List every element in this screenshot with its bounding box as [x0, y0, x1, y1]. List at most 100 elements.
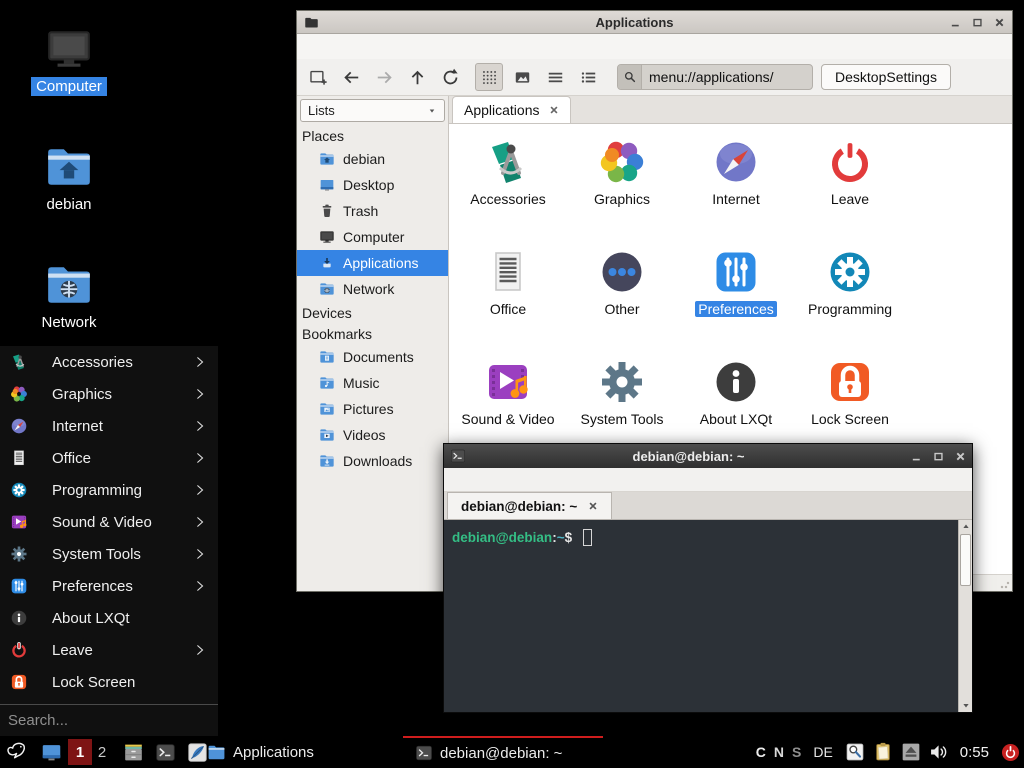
sidebar-row[interactable]: Devices [297, 302, 448, 323]
menu-item[interactable]: Graphics [0, 378, 218, 410]
location-bar[interactable]: menu://applications/ [617, 64, 813, 90]
desktop-icon[interactable]: debian [8, 140, 130, 252]
terminal-screen[interactable]: debian@debian : ~ $ [444, 520, 972, 712]
thumbnail-view-button[interactable] [508, 63, 536, 91]
menu-item[interactable]: Programming [0, 474, 218, 506]
up-button[interactable] [403, 63, 431, 91]
sidebar-row[interactable]: Bookmarks [297, 323, 448, 344]
menubar-item[interactable] [530, 478, 550, 482]
menubar-item[interactable] [303, 45, 321, 49]
location-text: menu://applications/ [642, 69, 774, 85]
leave-power-button[interactable] [1000, 742, 1021, 763]
app-category-item[interactable]: Leave [793, 138, 907, 248]
menubar-item[interactable] [339, 45, 357, 49]
compact-view-button[interactable] [541, 63, 569, 91]
volume-icon[interactable] [929, 742, 949, 762]
close-button[interactable] [955, 451, 966, 462]
scroll-up-icon[interactable] [959, 520, 972, 533]
menubar-item[interactable] [470, 478, 490, 482]
workspace-1-button[interactable]: 1 [68, 739, 92, 765]
close-button[interactable] [994, 17, 1005, 28]
workspace-2-button[interactable]: 2 [92, 739, 112, 765]
show-desktop-icon[interactable] [41, 742, 62, 763]
menu-item[interactable]: Accessories [0, 346, 218, 378]
menu-search-input[interactable]: Search... [0, 704, 218, 736]
sidebar-row[interactable]: Trash [297, 198, 448, 224]
menubar-item[interactable] [411, 45, 429, 49]
back-button[interactable] [337, 63, 365, 91]
app-category-item[interactable]: Accessories [451, 138, 565, 248]
minimize-button[interactable] [911, 451, 922, 462]
resize-grip[interactable] [1000, 579, 1010, 589]
forward-button[interactable] [370, 63, 398, 91]
sidebar-row[interactable]: Videos [297, 422, 448, 448]
sidebar-row[interactable]: Documents [297, 344, 448, 370]
app-category-icon [598, 248, 646, 296]
menu-item-icon [10, 385, 28, 403]
sidebar-row[interactable]: debian [297, 146, 448, 172]
sidebar-row[interactable]: Network [297, 276, 448, 302]
sidebar-row[interactable]: Places [297, 125, 448, 146]
prompt-symbol: $ [565, 530, 576, 545]
featherpad-launcher-icon[interactable] [187, 742, 208, 763]
app-category-item[interactable]: Office [451, 248, 565, 358]
terminal-launcher-icon[interactable] [155, 742, 176, 763]
menubar-item[interactable] [375, 45, 393, 49]
menubar-item[interactable] [450, 478, 470, 482]
menu-item[interactable]: Leave [0, 634, 218, 666]
menu-item[interactable]: Lock Screen [0, 666, 218, 698]
clock[interactable]: 0:55 [960, 744, 989, 761]
tab-close-icon[interactable] [549, 105, 559, 115]
app-category-item[interactable]: Programming [793, 248, 907, 358]
keyboard-layout-indicator[interactable]: DE [813, 744, 832, 760]
menu-item[interactable]: Internet [0, 410, 218, 442]
app-category-item[interactable]: Other [565, 248, 679, 358]
menu-item-icon [10, 417, 28, 435]
maximize-button[interactable] [972, 17, 983, 28]
app-category-item[interactable]: Preferences [679, 248, 793, 358]
sidebar-row[interactable]: Music [297, 370, 448, 396]
maximize-button[interactable] [933, 451, 944, 462]
lxqt-menu-button[interactable] [6, 741, 29, 764]
menubar-item[interactable] [490, 478, 510, 482]
sidebar-row[interactable]: Applications [297, 250, 448, 276]
desktop-settings-button[interactable]: DesktopSettings [821, 64, 951, 90]
tab-close-icon[interactable] [588, 501, 598, 511]
terminal-titlebar[interactable]: debian@debian: ~ [444, 444, 972, 468]
terminal-tab[interactable]: debian@debian: ~ [447, 492, 612, 519]
file-manager-launcher-icon[interactable] [123, 742, 144, 763]
menu-item[interactable]: Office [0, 442, 218, 474]
menu-item[interactable]: System Tools [0, 538, 218, 570]
scroll-down-icon[interactable] [959, 699, 972, 712]
menu-item[interactable]: Sound & Video [0, 506, 218, 538]
menu-item[interactable]: Preferences [0, 570, 218, 602]
clipboard-tray-icon[interactable] [873, 742, 893, 762]
reload-button[interactable] [436, 63, 464, 91]
terminal-scrollbar[interactable] [958, 520, 972, 712]
minimize-button[interactable] [950, 17, 961, 28]
desktop-icon[interactable]: Computer [8, 22, 130, 134]
screenshot-tray-icon[interactable] [845, 742, 865, 762]
menu-item-icon [10, 481, 28, 499]
removable-media-icon[interactable] [901, 742, 921, 762]
icon-view-button[interactable] [475, 63, 503, 91]
sidebar-row[interactable]: Pictures [297, 396, 448, 422]
app-category-item[interactable]: Graphics [565, 138, 679, 248]
file-manager-titlebar[interactable]: Applications [297, 11, 1012, 34]
menubar-item[interactable] [510, 478, 530, 482]
sidebar-row[interactable]: Downloads [297, 448, 448, 474]
menubar-item[interactable] [357, 45, 375, 49]
menubar-item[interactable] [321, 45, 339, 49]
tab-applications[interactable]: Applications [452, 96, 571, 123]
sidebar-row[interactable]: Desktop [297, 172, 448, 198]
detailed-view-button[interactable] [574, 63, 602, 91]
app-category-item[interactable]: Internet [679, 138, 793, 248]
task-button-terminal[interactable]: debian@debian: ~ [403, 736, 603, 768]
new-tab-button[interactable] [304, 63, 332, 91]
menubar-item[interactable] [393, 45, 411, 49]
scrollbar-thumb[interactable] [960, 534, 971, 586]
sidebar-row[interactable]: Computer [297, 224, 448, 250]
sidebar-mode-dropdown[interactable]: Lists [300, 99, 445, 122]
task-button-applications[interactable]: Applications [207, 736, 314, 768]
menu-item[interactable]: About LXQt [0, 602, 218, 634]
